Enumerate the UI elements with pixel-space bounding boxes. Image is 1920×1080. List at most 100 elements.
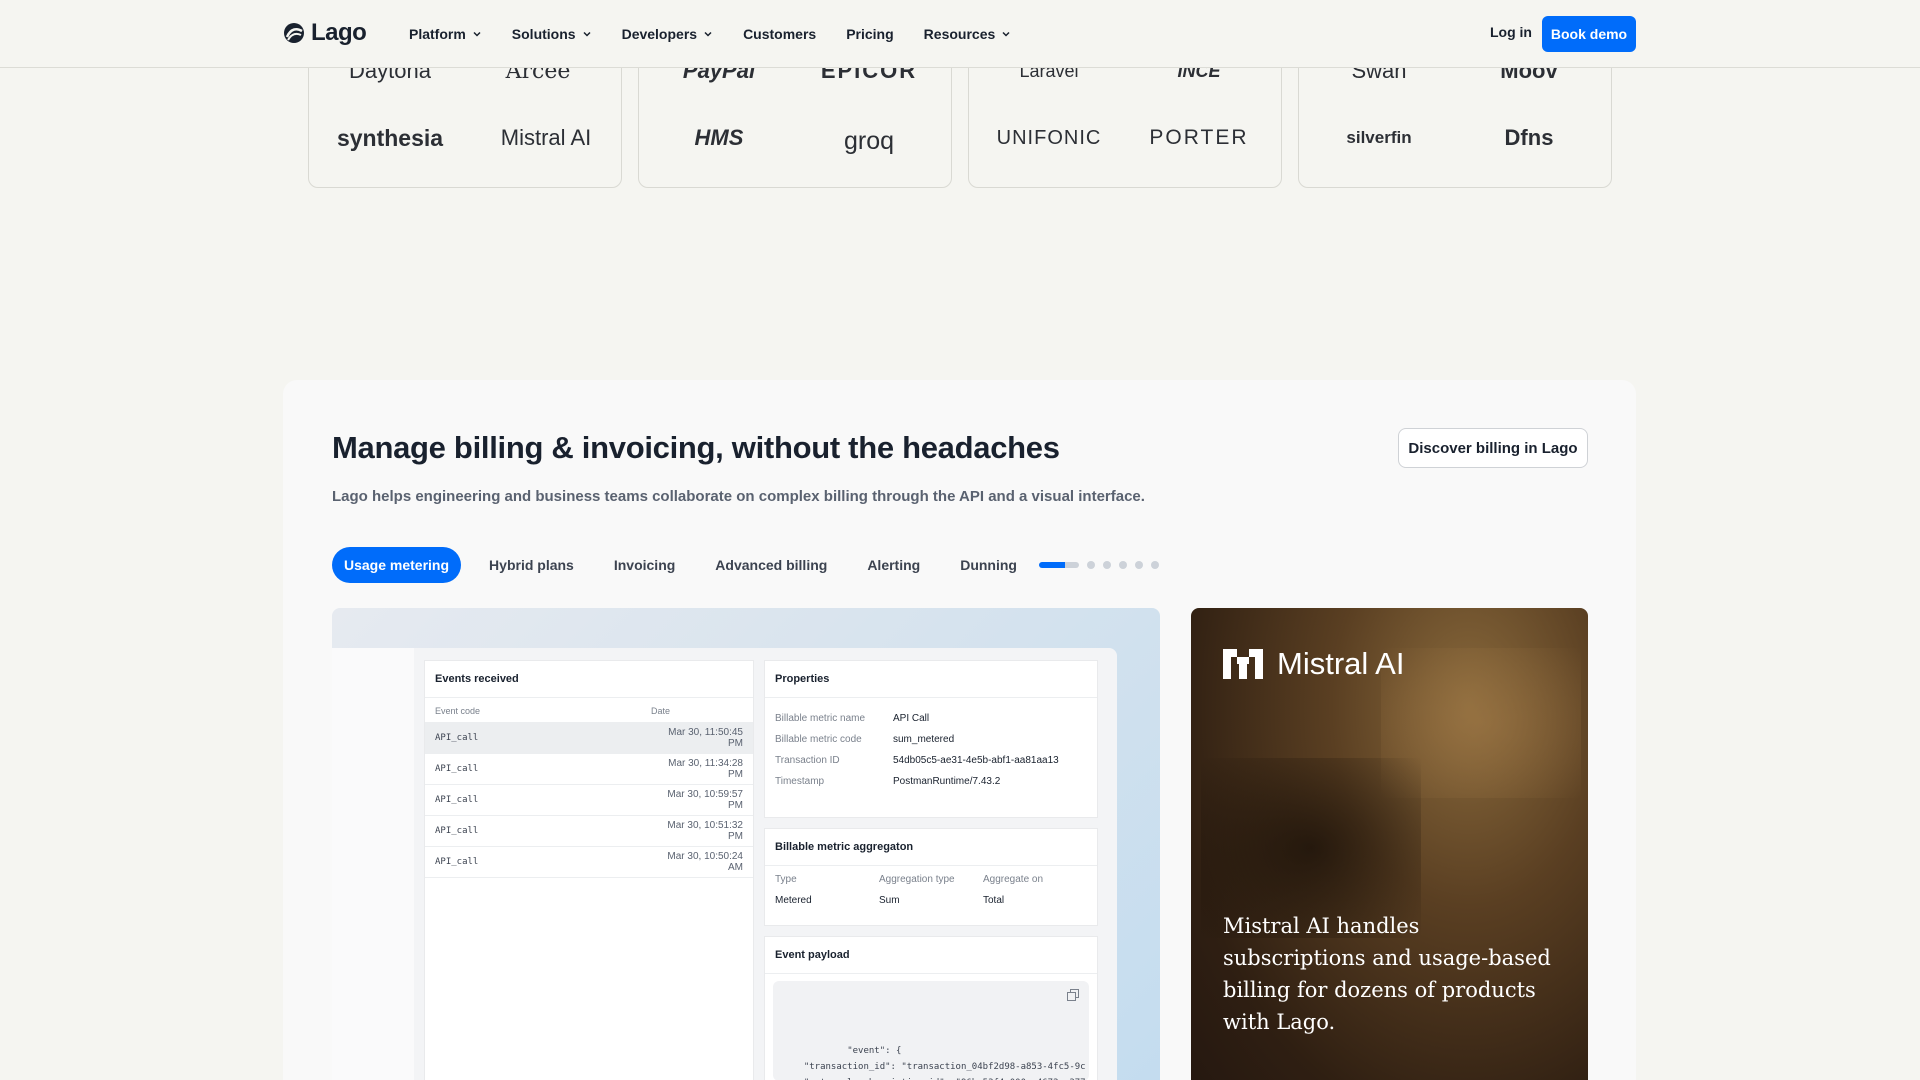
event-code: API_call: [435, 795, 479, 805]
nav-label: Resources: [923, 26, 996, 42]
discover-billing-button[interactable]: Discover billing in Lago: [1398, 428, 1588, 468]
property-value: API Call: [893, 713, 930, 724]
property-label: Transaction ID: [775, 755, 840, 766]
tab-dunning[interactable]: Dunning: [940, 547, 1037, 583]
event-code: API_call: [435, 764, 479, 774]
nav-item-resources[interactable]: Resources: [924, 26, 1012, 42]
testimonial-brand: Mistral AI: [1223, 646, 1404, 682]
property-row: Timestamp PostmanRuntime/7.43.2: [765, 771, 1097, 792]
event-code: API_call: [435, 857, 479, 867]
nav-links: Platform Solutions Developers Customers …: [409, 0, 1011, 68]
event-code: API_call: [435, 826, 479, 836]
nav-item-platform[interactable]: Platform: [409, 26, 482, 42]
aggregation-column: Type Metered: [775, 874, 879, 906]
customer-logo-mistral: Mistral AI: [500, 125, 592, 150]
section-title: Manage billing & invoicing, without the …: [332, 430, 1060, 465]
table-row[interactable]: API_call Mar 30, 10:51:32 PM: [425, 816, 753, 847]
aggregation-column: Aggregate on Total: [983, 874, 1087, 906]
col-event-code: Event code: [435, 706, 481, 716]
chevron-down-icon: [704, 31, 712, 37]
carousel-dot[interactable]: [1119, 561, 1127, 569]
nav-item-solutions[interactable]: Solutions: [512, 26, 592, 42]
aggregation-label: Aggregate on: [983, 874, 1044, 885]
chevron-down-icon: [583, 31, 591, 37]
aggregation-value: Total: [983, 895, 1005, 906]
tab-alerting[interactable]: Alerting: [847, 547, 940, 583]
nav-item-customers[interactable]: Customers: [743, 26, 816, 42]
nav-label: Developers: [621, 26, 698, 42]
properties-panel: Properties Billable metric name API Call…: [764, 660, 1098, 818]
feature-tabs: Usage metering Hybrid plans Invoicing Ad…: [332, 547, 1037, 583]
customer-logo-unifonic: UNIFONIC: [996, 126, 1102, 149]
property-label: Timestamp: [775, 776, 825, 787]
property-label: Billable metric code: [775, 734, 862, 745]
payload-panel: Event payload "event": { "transaction_id…: [764, 936, 1098, 1080]
aggregation-title: Billable metric aggregaton: [765, 829, 1097, 866]
aggregation-value: Sum: [879, 895, 900, 906]
col-date: Date: [651, 706, 671, 716]
aggregation-label: Type: [775, 874, 797, 885]
chevron-down-icon: [473, 31, 481, 37]
copy-icon[interactable]: [1067, 989, 1079, 1001]
carousel-indicator: [1039, 561, 1159, 569]
events-table-header: Event code Date: [425, 698, 753, 723]
property-row: Transaction ID 54db05c5-ae31-4e5b-abf1-a…: [765, 750, 1097, 771]
table-row[interactable]: API_call Mar 30, 10:59:57 PM: [425, 785, 753, 816]
event-code: API_call: [435, 733, 479, 743]
table-row[interactable]: API_call Mar 30, 10:50:24 AM: [425, 847, 753, 878]
tab-invoicing[interactable]: Invoicing: [594, 547, 695, 583]
nav-label: Solutions: [511, 26, 576, 42]
testimonial-card[interactable]: Mistral AI Mistral AI handles subscripti…: [1191, 608, 1588, 1080]
customer-logo-porter: PORTER: [1149, 126, 1249, 149]
property-value: PostmanRuntime/7.43.2: [893, 776, 1001, 787]
table-row[interactable]: API_call Mar 30, 11:34:28 PM: [425, 754, 753, 785]
app-sidebar: [332, 648, 414, 1080]
tab-advanced-billing[interactable]: Advanced billing: [695, 547, 847, 583]
payload-code: "event": { "transaction_id": "transactio…: [803, 1046, 1086, 1080]
product-screenshot: Events received Event code Date API_call…: [332, 608, 1160, 1080]
events-title: Events received: [425, 661, 753, 698]
nav-item-developers[interactable]: Developers: [622, 26, 713, 42]
chevron-down-icon: [1002, 31, 1010, 37]
customer-logo-silverfin: silverfin: [1346, 128, 1412, 147]
book-demo-button[interactable]: Book demo: [1542, 16, 1636, 52]
customer-logo-synthesia: synthesia: [336, 124, 444, 151]
top-nav: Lago Platform Solutions Developers Custo…: [0, 0, 1920, 68]
billing-section: Manage billing & invoicing, without the …: [283, 380, 1636, 1080]
nav-label: Pricing: [846, 26, 894, 42]
carousel-dot-active[interactable]: [1039, 562, 1079, 568]
logo-text: Lago: [311, 19, 367, 46]
table-row[interactable]: API_call Mar 30, 11:50:45 PM: [425, 723, 753, 754]
nav-item-pricing[interactable]: Pricing: [846, 26, 893, 42]
aggregation-panel: Billable metric aggregaton Type Metered …: [764, 828, 1098, 926]
carousel-dot[interactable]: [1151, 561, 1159, 569]
nav-label: Platform: [409, 26, 466, 42]
property-label: Billable metric name: [775, 713, 866, 724]
lago-logo[interactable]: Lago: [283, 19, 367, 47]
login-link[interactable]: Log in: [1490, 24, 1532, 40]
carousel-dot[interactable]: [1087, 561, 1095, 569]
event-date: Mar 30, 10:51:32 PM: [667, 820, 743, 842]
property-row: Billable metric code sum_metered: [765, 729, 1097, 750]
tab-hybrid-plans[interactable]: Hybrid plans: [469, 547, 594, 583]
aggregation-label: Aggregation type: [879, 874, 955, 885]
customer-logo-groq: groq: [843, 126, 895, 155]
app-window: Events received Event code Date API_call…: [332, 648, 1117, 1080]
tab-usage-metering[interactable]: Usage metering: [332, 547, 462, 583]
customer-logo-hms: HMS: [694, 125, 744, 150]
event-date: Mar 30, 10:50:24 AM: [667, 851, 743, 873]
carousel-dot[interactable]: [1135, 561, 1143, 569]
event-date: Mar 30, 11:34:28 PM: [668, 758, 743, 780]
events-panel: Events received Event code Date API_call…: [424, 660, 754, 1080]
property-value: sum_metered: [893, 734, 955, 745]
payload-code-block: "event": { "transaction_id": "transactio…: [773, 981, 1089, 1080]
payload-title: Event payload: [765, 937, 1097, 974]
property-row: Billable metric name API Call: [765, 708, 1097, 729]
carousel-dot[interactable]: [1103, 561, 1111, 569]
event-date: Mar 30, 11:50:45 PM: [668, 727, 743, 749]
properties-title: Properties: [765, 661, 1097, 698]
event-date: Mar 30, 10:59:57 PM: [667, 789, 743, 811]
mistral-logo-icon: [1223, 649, 1263, 679]
property-value: 54db05c5-ae31-4e5b-abf1-aa81aa13: [893, 755, 1059, 766]
section-subtitle: Lago helps engineering and business team…: [332, 488, 1145, 505]
